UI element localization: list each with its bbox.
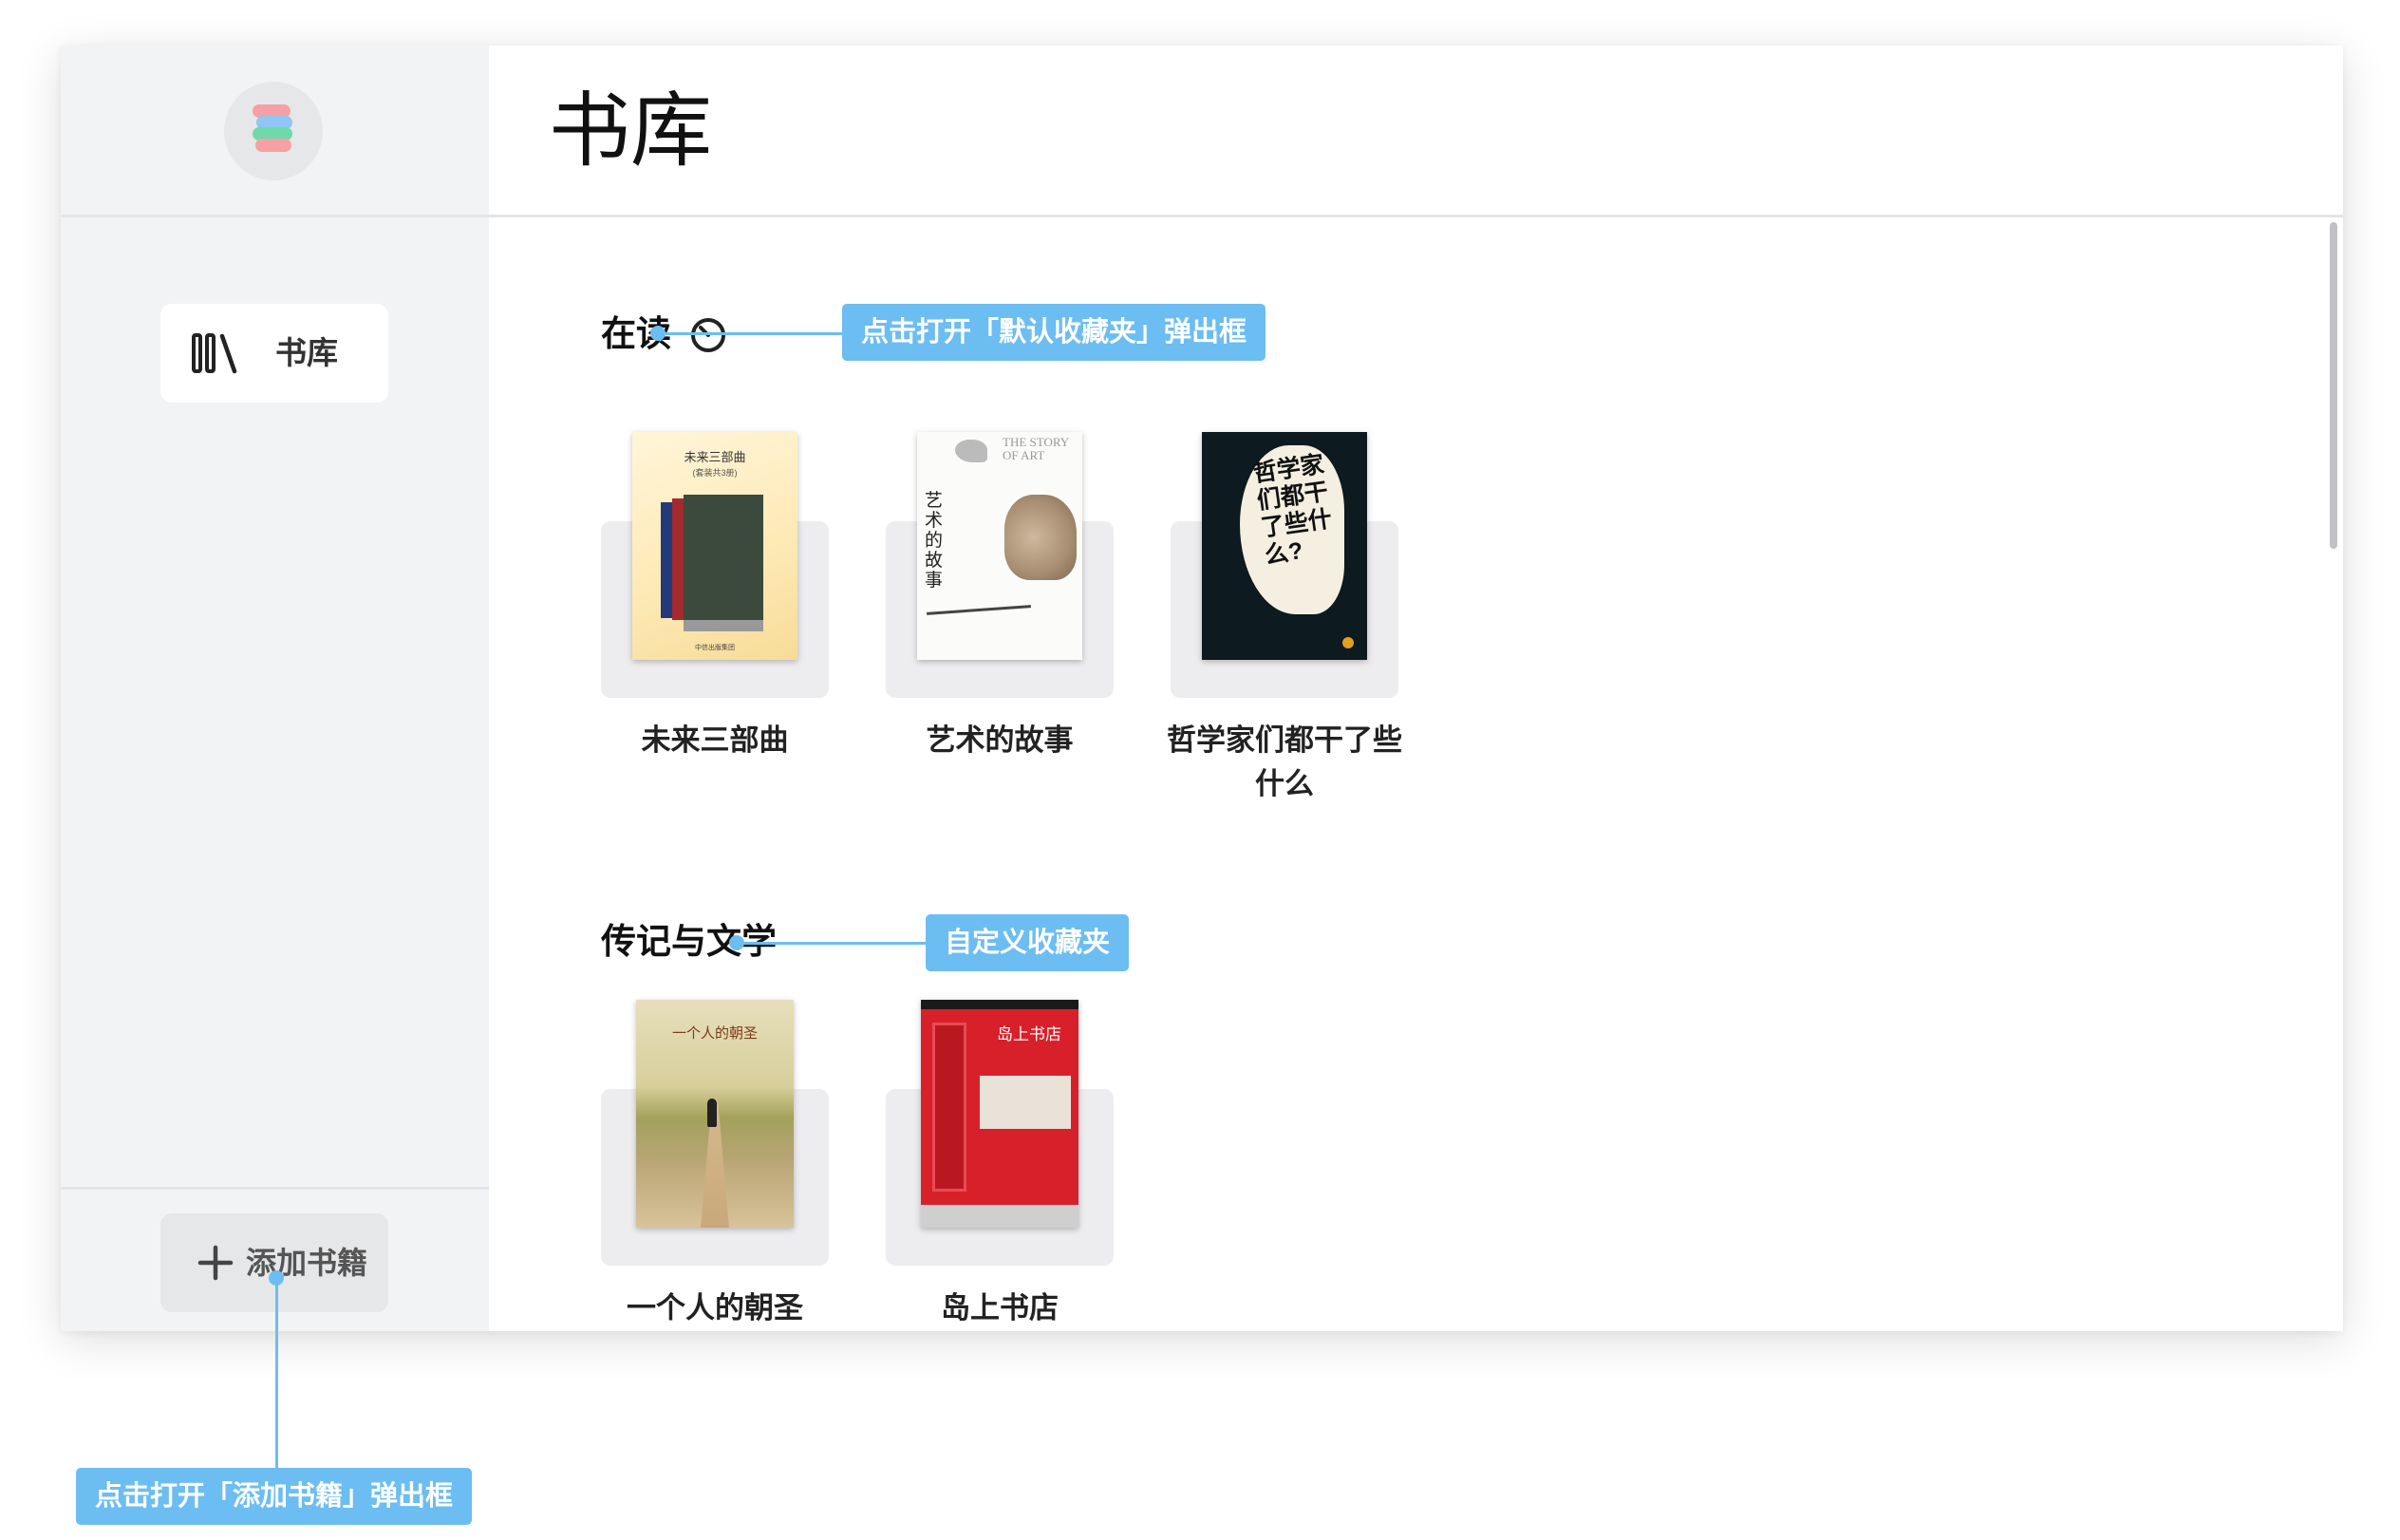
main-header: 书库 [489, 46, 2343, 217]
add-book-button[interactable]: 添加书籍 [160, 1213, 388, 1312]
book-title: 哲学家们都干了些什么 [1167, 723, 1402, 800]
sidebar-item-library[interactable]: 书库 [160, 304, 388, 403]
annotation-custom-collection: 自定义收藏夹 [926, 914, 1130, 971]
book-title: 未来三部曲 [641, 723, 789, 757]
app-logo[interactable] [224, 82, 323, 180]
book-cover: 一个人的朝圣 [636, 1000, 794, 1228]
cover-title: 未来三部曲 [684, 450, 746, 464]
cover-title: 岛上书店 [997, 1025, 1061, 1043]
annotation-line [656, 332, 845, 335]
page-title: 书库 [549, 85, 712, 177]
book-cover: 哲学家们都干了些什么? [1202, 432, 1367, 660]
cover-title: 哲学家们都干了些什么? [1251, 450, 1334, 570]
scrollbar[interactable] [2330, 222, 2337, 549]
main-content: 书库 在读 未来三部曲 (套装共3册) 中信出版集团 未来三部曲 THE STO… [489, 46, 2343, 1331]
stacked-books-logo [253, 104, 292, 152]
sidebar-header [61, 46, 489, 217]
annotation-default-collection: 点击打开「默认收藏夹」弹出框 [842, 304, 1266, 361]
annotation-add-book: 点击打开「添加书籍」弹出框 [76, 1468, 473, 1525]
sidebar-item-label: 书库 [275, 335, 338, 370]
app-window: 书库 添加书籍 书库 在读 未来三部曲 (套装共3册) 中信出版集团 未来三部曲… [61, 46, 2343, 1331]
book-title: 一个人的朝圣 [627, 1291, 803, 1324]
book-title: 艺术的故事 [926, 723, 1074, 757]
book-title: 岛上书店 [941, 1291, 1059, 1324]
book-cover: 岛上书店 [921, 1000, 1078, 1228]
sidebar: 书库 添加书籍 [61, 46, 489, 1331]
plus-icon [197, 1245, 234, 1281]
cover-title: 艺术的故事 [925, 491, 944, 591]
annotation-line [275, 1278, 278, 1468]
annotation-dot [650, 326, 666, 341]
cover-subtitle: THE STORY OF ART [1003, 435, 1069, 462]
annotation-dot [729, 935, 744, 950]
book-cover: THE STORY OF ART 艺术的故事 [917, 432, 1082, 660]
library-icon [192, 333, 237, 374]
cover-title: 一个人的朝圣 [671, 1026, 758, 1042]
clock-icon[interactable] [689, 316, 727, 354]
cover-subtitle: (套装共3册) [692, 468, 738, 478]
book-cover: 未来三部曲 (套装共3册) 中信出版集团 [632, 432, 797, 660]
add-book-label: 添加书籍 [246, 1246, 368, 1280]
annotation-line [737, 942, 927, 945]
